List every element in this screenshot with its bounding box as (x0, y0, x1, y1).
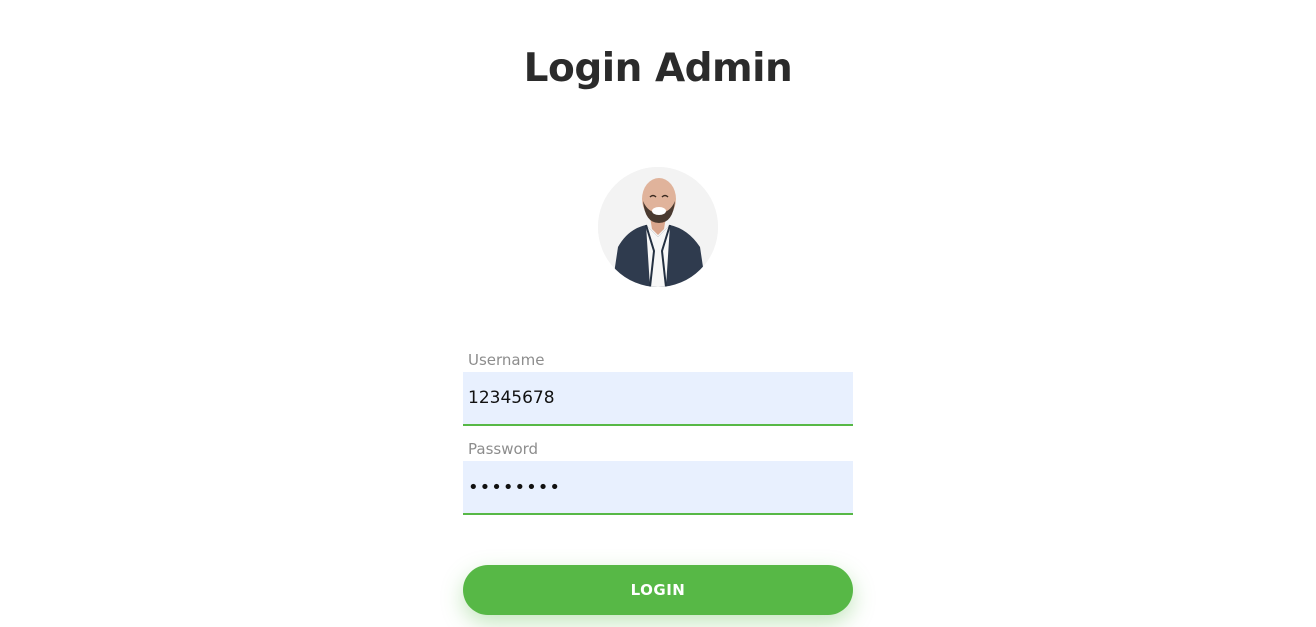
login-form: Username Password (463, 348, 853, 515)
username-input[interactable] (463, 372, 853, 426)
field-spacer (463, 426, 853, 437)
page-title: Login Admin (523, 46, 793, 91)
password-input[interactable] (463, 461, 853, 515)
avatar (598, 167, 718, 287)
login-button[interactable]: LOGIN (463, 565, 853, 615)
login-page: Login Admin Username Passw (0, 0, 1316, 627)
password-label: Password (468, 440, 539, 458)
user-photo-icon (598, 167, 718, 287)
username-label: Username (468, 351, 545, 369)
